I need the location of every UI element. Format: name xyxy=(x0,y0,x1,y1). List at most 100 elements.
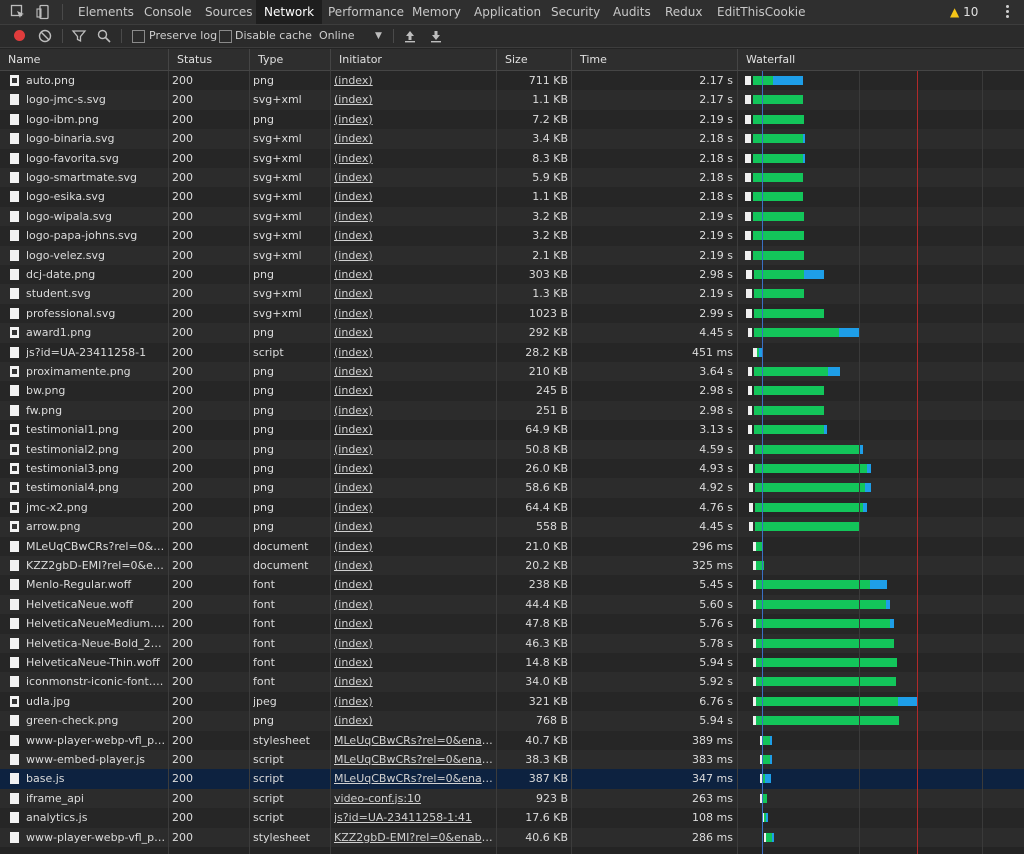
cell-initiator[interactable]: (index) xyxy=(334,420,494,439)
cell-initiator[interactable]: (index) xyxy=(334,129,494,148)
search-icon[interactable] xyxy=(96,28,112,44)
cell-initiator[interactable]: (index) xyxy=(334,304,494,323)
more-options-icon[interactable] xyxy=(1001,3,1013,21)
table-row[interactable]: auto.png 200 png (index) 711 KB 2.17 s xyxy=(0,71,1024,91)
tab-editthiscookie[interactable]: EditThisCookie xyxy=(709,0,814,24)
cell-initiator[interactable]: MLeUqCBwCRs?rel=0&enablej... xyxy=(334,731,494,750)
tab-security[interactable]: Security xyxy=(543,0,608,24)
column-header-size[interactable]: Size xyxy=(496,49,571,70)
table-row[interactable]: udla.jpg 200 jpeg (index) 321 KB 6.76 s xyxy=(0,691,1024,712)
column-header-waterfall[interactable]: Waterfall xyxy=(737,49,1024,70)
table-row[interactable]: arrow.png 200 png (index) 558 B 4.45 s xyxy=(0,517,1024,537)
cell-initiator[interactable]: (index) xyxy=(334,459,494,478)
cell-initiator[interactable]: (index) xyxy=(334,149,494,168)
cell-initiator[interactable]: (index) xyxy=(334,653,494,672)
chevron-down-icon[interactable]: ▼ xyxy=(375,25,382,47)
table-row[interactable]: testimonial1.png 200 png (index) 64.9 KB 3.13… xyxy=(0,420,1024,440)
table-row[interactable]: HelveticaNeueMedium.woff 200 font (index) 47… xyxy=(0,614,1024,634)
column-header-type[interactable]: Type xyxy=(249,49,330,70)
cell-initiator[interactable]: (index) xyxy=(334,517,494,536)
cell-initiator[interactable]: (index) xyxy=(334,692,494,711)
cell-initiator[interactable]: MLeUqCBwCRs?rel=0&enablej... xyxy=(334,750,494,769)
tab-network[interactable]: Network xyxy=(256,0,323,24)
table-row[interactable]: logo-favorita.svg 200 svg+xml (index) 8.3 KB… xyxy=(0,148,1024,168)
cell-initiator[interactable]: (index) xyxy=(334,71,494,90)
cell-initiator[interactable]: (index) xyxy=(334,323,494,342)
table-row[interactable]: www-player-webp-vfl_pyg... 200 stylesheet K… xyxy=(0,827,1024,847)
disable-cache-label[interactable]: Disable cache xyxy=(235,25,312,47)
column-header-status[interactable]: Status xyxy=(168,49,249,70)
table-row[interactable]: www-embed-player.js 200 script MLeUqCBwCRs?… xyxy=(0,750,1024,770)
table-row[interactable]: logo-binaria.svg 200 svg+xml (index) 3.4 KB 2… xyxy=(0,129,1024,149)
cell-initiator[interactable]: (index) xyxy=(334,362,494,381)
table-row[interactable]: testimonial2.png 200 png (index) 50.8 KB 4.59… xyxy=(0,439,1024,459)
table-row[interactable]: HelveticaNeue-Thin.woff 200 font (index) 14.… xyxy=(0,653,1024,673)
cell-initiator[interactable]: (index) xyxy=(334,401,494,420)
table-row[interactable]: www-player-webp-vfl_pyg... 200 stylesheet M… xyxy=(0,730,1024,750)
device-toolbar-icon[interactable] xyxy=(36,4,52,20)
throttling-select[interactable]: Online xyxy=(319,25,354,47)
table-row[interactable]: proximamente.png 200 png (index) 210 KB 3.64 … xyxy=(0,362,1024,382)
table-row[interactable]: logo-smartmate.svg 200 svg+xml (index) 5.9 K… xyxy=(0,168,1024,188)
table-row[interactable]: logo-ibm.png 200 png (index) 7.2 KB 2.19 s xyxy=(0,109,1024,130)
table-row[interactable]: logo-wipala.svg 200 svg+xml (index) 3.2 KB 2.… xyxy=(0,206,1024,227)
table-row[interactable]: js?id=UA-23411258-1 200 script (index) 28.2 … xyxy=(0,342,1024,362)
table-row[interactable]: KZZ2gbD-EMI?rel=0&ena... 200 document (inde… xyxy=(0,556,1024,576)
cell-initiator[interactable]: (index) xyxy=(334,226,494,245)
table-row[interactable]: MLeUqCBwCRs?rel=0&en... 200 document (index… xyxy=(0,536,1024,556)
import-har-icon[interactable] xyxy=(402,28,418,44)
cell-initiator[interactable]: (index) xyxy=(334,110,494,129)
cell-initiator[interactable]: (index) xyxy=(334,634,494,653)
cell-initiator[interactable]: (index) xyxy=(334,440,494,459)
cell-initiator[interactable]: (index) xyxy=(334,265,494,284)
cell-initiator[interactable]: (index) xyxy=(334,556,494,575)
cell-initiator[interactable]: (index) xyxy=(334,187,494,206)
cell-initiator[interactable]: (index) xyxy=(334,246,494,265)
table-row[interactable]: testimonial3.png 200 png (index) 26.0 KB 4.93… xyxy=(0,459,1024,479)
table-row[interactable]: bw.png 200 png (index) 245 B 2.98 s xyxy=(0,381,1024,401)
preserve-log-checkbox[interactable] xyxy=(132,30,145,43)
cell-initiator[interactable]: (index) xyxy=(334,498,494,517)
cell-initiator[interactable]: (index) xyxy=(334,381,494,400)
table-row[interactable]: base.js 200 script MLeUqCBwCRs?rel=0&enable… xyxy=(0,769,1024,789)
table-row[interactable]: logo-esika.svg 200 svg+xml (index) 1.1 KB 2.1… xyxy=(0,187,1024,207)
tab-application[interactable]: Application xyxy=(466,0,549,24)
cell-initiator[interactable]: (index) xyxy=(334,575,494,594)
cell-initiator[interactable]: (index) xyxy=(334,168,494,187)
table-row[interactable]: fw.png 200 png (index) 251 B 2.98 s xyxy=(0,400,1024,421)
table-row[interactable]: professional.svg 200 svg+xml (index) 1023 B 2… xyxy=(0,303,1024,324)
table-row[interactable]: award1.png 200 png (index) 292 KB 4.45 s xyxy=(0,323,1024,343)
table-row[interactable]: logo-jmc-s.svg 200 svg+xml (index) 1.1 KB 2.1… xyxy=(0,90,1024,110)
tab-memory[interactable]: Memory xyxy=(404,0,469,24)
cell-initiator[interactable]: (index) xyxy=(334,614,494,633)
cell-initiator[interactable]: MLeUqCBwCRs?rel=0&enablej... xyxy=(334,769,494,788)
tab-sources[interactable]: Sources xyxy=(197,0,260,24)
column-header-initiator[interactable]: Initiator xyxy=(330,49,496,70)
table-row[interactable]: analytics.js 200 script js?id=UA-23411258-1… xyxy=(0,808,1024,828)
column-header-time[interactable]: Time xyxy=(571,49,737,70)
cell-initiator[interactable]: (index) xyxy=(334,343,494,362)
table-row[interactable]: Helvetica-Neue-Bold_224... 200 font (index)… xyxy=(0,633,1024,653)
cell-initiator[interactable]: (index) xyxy=(334,284,494,303)
table-row[interactable]: iframe_api 200 script video-conf.js:10 923 B… xyxy=(0,788,1024,809)
tab-audits[interactable]: Audits xyxy=(605,0,659,24)
cell-initiator[interactable]: (index) xyxy=(334,537,494,556)
table-row[interactable]: student.svg 200 svg+xml (index) 1.3 KB 2.19 s xyxy=(0,284,1024,304)
export-har-icon[interactable] xyxy=(428,28,444,44)
tab-performance[interactable]: Performance xyxy=(320,0,412,24)
preserve-log-label[interactable]: Preserve log xyxy=(149,25,217,47)
cell-initiator[interactable]: (index) xyxy=(334,90,494,109)
cell-initiator[interactable]: (index) xyxy=(334,711,494,730)
cell-initiator[interactable]: video-conf.js:10 xyxy=(334,789,494,808)
clear-icon[interactable] xyxy=(37,28,53,44)
disable-cache-checkbox[interactable] xyxy=(219,30,232,43)
table-row[interactable]: jmc-x2.png 200 png (index) 64.4 KB 4.76 s xyxy=(0,497,1024,518)
inspect-element-icon[interactable] xyxy=(10,4,26,20)
table-row[interactable]: logo-velez.svg 200 svg+xml (index) 2.1 KB 2.1… xyxy=(0,245,1024,265)
table-row[interactable]: Menlo-Regular.woff 200 font (index) 238 KB 5.… xyxy=(0,575,1024,595)
table-row[interactable]: iconmonstr-iconic-font.woff 200 font (index… xyxy=(0,672,1024,692)
table-row[interactable]: green-check.png 200 png (index) 768 B 5.94 s xyxy=(0,711,1024,731)
cell-initiator[interactable]: (index) xyxy=(334,595,494,614)
tab-console[interactable]: Console xyxy=(136,0,200,24)
tab-redux[interactable]: Redux xyxy=(657,0,711,24)
